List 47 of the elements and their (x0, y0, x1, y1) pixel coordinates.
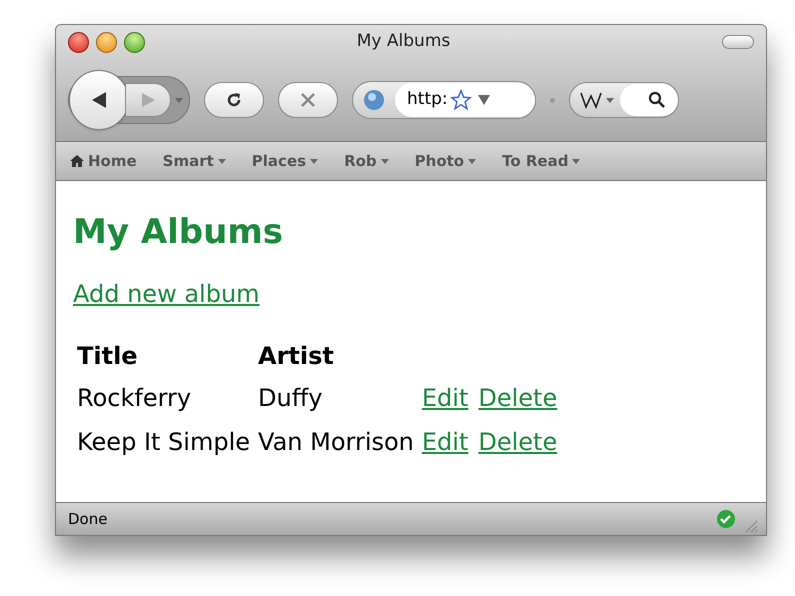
column-header: Artist (257, 340, 335, 372)
forward-arrow-icon (140, 92, 156, 108)
bookmark-item[interactable]: To Read (502, 150, 580, 172)
bookmark-item[interactable]: Photo (414, 150, 476, 172)
add-album-link[interactable]: Add new album (73, 276, 260, 312)
address-text: http: (407, 88, 448, 112)
home-icon (70, 154, 84, 168)
caret-icon (606, 98, 614, 102)
bookmark-item[interactable]: Home (70, 150, 137, 172)
dropdown-arrow-icon[interactable] (478, 95, 490, 105)
bookmark-item[interactable]: Rob (344, 150, 389, 172)
reload-button[interactable] (204, 82, 264, 118)
caret-icon (572, 158, 580, 164)
minimize-window-button[interactable] (96, 32, 117, 52)
table-cell-text: Rockferry (76, 382, 192, 414)
status-text: Done (68, 508, 108, 530)
search-field[interactable] (569, 82, 679, 118)
caret-icon (310, 158, 318, 164)
close-window-button[interactable] (68, 32, 89, 52)
action-link[interactable]: Edit (422, 428, 468, 456)
check-icon (716, 509, 736, 529)
wikipedia-icon (580, 91, 604, 109)
stop-button[interactable] (278, 82, 338, 118)
caret-icon (468, 158, 476, 164)
search-icon[interactable] (648, 91, 666, 109)
window-title: My Albums (356, 30, 452, 54)
back-arrow-icon (90, 91, 108, 109)
star-icon[interactable] (450, 89, 472, 111)
table-cell-text: Keep It Simple (76, 426, 252, 458)
caret-icon (218, 158, 226, 164)
column-header: Title (76, 340, 139, 372)
bookmark-item[interactable]: Places (252, 150, 318, 172)
action-link[interactable]: Delete (478, 428, 558, 456)
bookmark-item[interactable]: Smart (162, 150, 226, 172)
page-heading: My Albums (73, 211, 284, 254)
toolbar-toggle-button[interactable] (722, 35, 754, 49)
table-cell-text: Van Morrison (257, 426, 415, 458)
zoom-window-button[interactable] (124, 32, 145, 52)
caret-icon (380, 158, 389, 164)
address-field[interactable]: http: (352, 81, 536, 119)
action-link[interactable]: Delete (478, 384, 558, 412)
reload-icon (225, 91, 243, 109)
close-icon (300, 92, 316, 108)
globe-icon (363, 89, 385, 111)
action-link[interactable]: Edit (422, 384, 468, 412)
caret-icon (175, 98, 183, 102)
table-cell-text: Duffy (257, 382, 324, 414)
